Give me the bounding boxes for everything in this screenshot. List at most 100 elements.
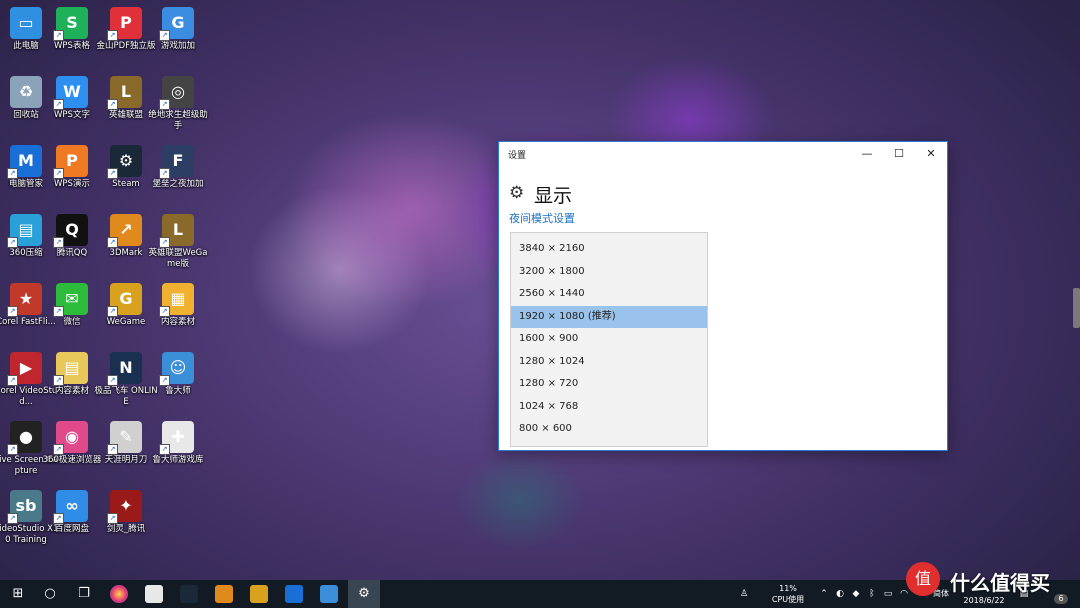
desktop-icon[interactable]: ☺ ↗ 鲁大师 (145, 349, 211, 415)
night-mode-settings-link[interactable]: 夜间模式设置 (509, 210, 575, 226)
desktop-icon[interactable]: ◎ ↗ 绝地求生超级助手 (145, 73, 211, 139)
desktop-icon[interactable]: F ↗ 堡垒之夜加加 (145, 142, 211, 208)
clock-date[interactable]: 2018/6/22 (958, 596, 1010, 606)
gear-icon: ⚙ (509, 183, 525, 203)
desktop-icon-label: 内容素材 (160, 317, 195, 327)
desktop-icon-label: 游戏加加 (160, 41, 195, 51)
shortcut-arrow-icon: ↗ (53, 237, 64, 248)
watermark-text: 什么值得买 (950, 571, 1050, 595)
settings-window: 设置 — ☐ ✕ ⚙ 显示 夜间模式设置 3840 × 2160 3200 × … (498, 141, 948, 451)
shortcut-arrow-icon: ↗ (159, 30, 170, 41)
shortcut-arrow-icon: ↗ (159, 306, 170, 317)
scroll-handle[interactable] (1073, 288, 1080, 328)
shortcut-arrow-icon: ↗ (53, 168, 64, 179)
start-button[interactable]: ⊞ (3, 580, 33, 608)
taskbar-app-3dmark[interactable] (209, 580, 239, 608)
shortcut-arrow-icon: ↗ (159, 99, 170, 110)
maximize-button[interactable]: ☐ (883, 142, 915, 166)
resolution-option[interactable]: 1024 × 768 (511, 396, 707, 418)
people-icon[interactable]: ♙ (738, 588, 750, 600)
taskbar-app-360-browser[interactable] (104, 580, 134, 608)
resolution-option-selected[interactable]: 1920 × 1080 (推荐) (511, 306, 707, 328)
resolution-option[interactable]: 1280 × 1024 (511, 351, 707, 373)
desktop-icon-label: 英雄联盟WeGame版 (148, 248, 208, 269)
shortcut-arrow-icon: ↗ (53, 375, 64, 386)
shortcut-arrow-icon: ↗ (107, 168, 118, 179)
resolution-dropdown-list: 3840 × 2160 3200 × 1800 2560 × 1440 1920… (510, 232, 708, 447)
watermark-logo: 值 (906, 562, 940, 596)
shortcut-arrow-icon: ↗ (159, 444, 170, 455)
notification-badge: 6 (1054, 594, 1068, 604)
taskbar-app-steam[interactable] (174, 580, 204, 608)
desktop-icon-label: 堡垒之夜加加 (152, 179, 204, 189)
shortcut-arrow-icon: ↗ (53, 306, 64, 317)
close-button[interactable]: ✕ (915, 142, 947, 166)
shortcut-arrow-icon: ↗ (53, 444, 64, 455)
bluetooth-icon[interactable]: ᛒ (866, 588, 878, 600)
tray-app-icon[interactable]: ◆ (850, 588, 862, 600)
desktop-icons: ▭ 此电脑 S ↗ WPS表格 P ↗ 金山PDF独立版 G ↗ 游戏加加 ♻ 回收站 W ↗ WPS文字 L ↗… (0, 0, 230, 580)
windows-icon: ⊞ (12, 586, 24, 601)
shortcut-arrow-icon: ↗ (107, 306, 118, 317)
shortcut-arrow-icon: ↗ (7, 237, 18, 248)
gear-icon: ⚙ (358, 586, 370, 601)
app-icon: ♻ (10, 76, 42, 108)
resolution-option[interactable]: 3200 × 1800 (511, 261, 707, 283)
minimize-button[interactable]: — (851, 142, 883, 166)
cpu-usage-label: CPU使用 (771, 595, 805, 604)
desktop-icon-label: 剑灵_腾讯 (106, 524, 146, 534)
shortcut-arrow-icon: ↗ (7, 306, 18, 317)
desktop-icon[interactable]: ▦ ↗ 内容素材 (145, 280, 211, 346)
shortcut-arrow-icon: ↗ (53, 513, 64, 524)
task-view-button[interactable]: ❐ (69, 580, 99, 608)
browser-icon (110, 584, 128, 603)
task-view-icon: ❐ (78, 586, 90, 601)
desktop-icon[interactable]: ✚ ↗ 鲁大师游戏库 (145, 418, 211, 484)
shortcut-arrow-icon: ↗ (107, 375, 118, 386)
shortcut-arrow-icon: ↗ (107, 237, 118, 248)
search-button[interactable]: ○ (35, 580, 65, 608)
pc-manager-icon (285, 584, 303, 603)
app-icon: ▭ (10, 7, 42, 39)
desktop-icon-label: 鲁大师游戏库 (152, 455, 204, 465)
title-bar[interactable]: 设置 — ☐ ✕ (499, 142, 947, 166)
shortcut-arrow-icon: ↗ (107, 99, 118, 110)
resolution-option[interactable]: 3840 × 2160 (511, 238, 707, 260)
shortcut-arrow-icon: ↗ (7, 444, 18, 455)
taskbar-app-ludashi-2[interactable] (314, 580, 344, 608)
shortcut-arrow-icon: ↗ (159, 168, 170, 179)
wifi-icon[interactable]: ◠ (898, 588, 910, 600)
tray-app-icon[interactable]: ◐ (834, 588, 846, 600)
desktop-icon[interactable]: ✦ ↗ 剑灵_腾讯 (93, 487, 159, 553)
taskbar-app-wegame[interactable] (244, 580, 274, 608)
resolution-option[interactable]: 800 × 600 (511, 418, 707, 440)
shortcut-arrow-icon: ↗ (159, 237, 170, 248)
desktop-icon[interactable]: G ↗ 游戏加加 (145, 4, 211, 70)
shortcut-arrow-icon: ↗ (159, 375, 170, 386)
shortcut-arrow-icon: ↗ (7, 513, 18, 524)
ludashi-icon (320, 584, 338, 603)
steam-icon (180, 584, 198, 603)
shortcut-arrow-icon: ↗ (107, 444, 118, 455)
desktop-icon[interactable]: L ↗ 英雄联盟WeGame版 (145, 211, 211, 277)
battery-icon[interactable]: ▭ (882, 588, 894, 600)
resolution-option[interactable]: 1600 × 900 (511, 328, 707, 350)
taskbar-app-ludashi[interactable] (139, 580, 169, 608)
window-title: 设置 (508, 151, 527, 161)
desktop-icon-label: 鲁大师 (165, 386, 191, 396)
taskbar-app-settings[interactable]: ⚙ (348, 580, 380, 608)
resolution-option[interactable]: 2560 × 1440 (511, 283, 707, 305)
cpu-usage-percent: 11% (779, 584, 797, 593)
chevron-up-icon[interactable]: ⌃ (818, 588, 830, 600)
shortcut-arrow-icon: ↗ (7, 168, 18, 179)
shortcut-arrow-icon: ↗ (107, 513, 118, 524)
shortcut-arrow-icon: ↗ (7, 375, 18, 386)
search-circle-icon: ○ (44, 586, 56, 601)
taskbar-app-pc-manager[interactable] (279, 580, 309, 608)
resolution-option[interactable]: 1280 × 720 (511, 373, 707, 395)
wegame-icon (250, 584, 268, 603)
shortcut-arrow-icon: ↗ (107, 30, 118, 41)
shortcut-arrow-icon: ↗ (53, 99, 64, 110)
desktop-icon-label: 绝地求生超级助手 (148, 110, 208, 131)
3dmark-icon (215, 584, 233, 603)
